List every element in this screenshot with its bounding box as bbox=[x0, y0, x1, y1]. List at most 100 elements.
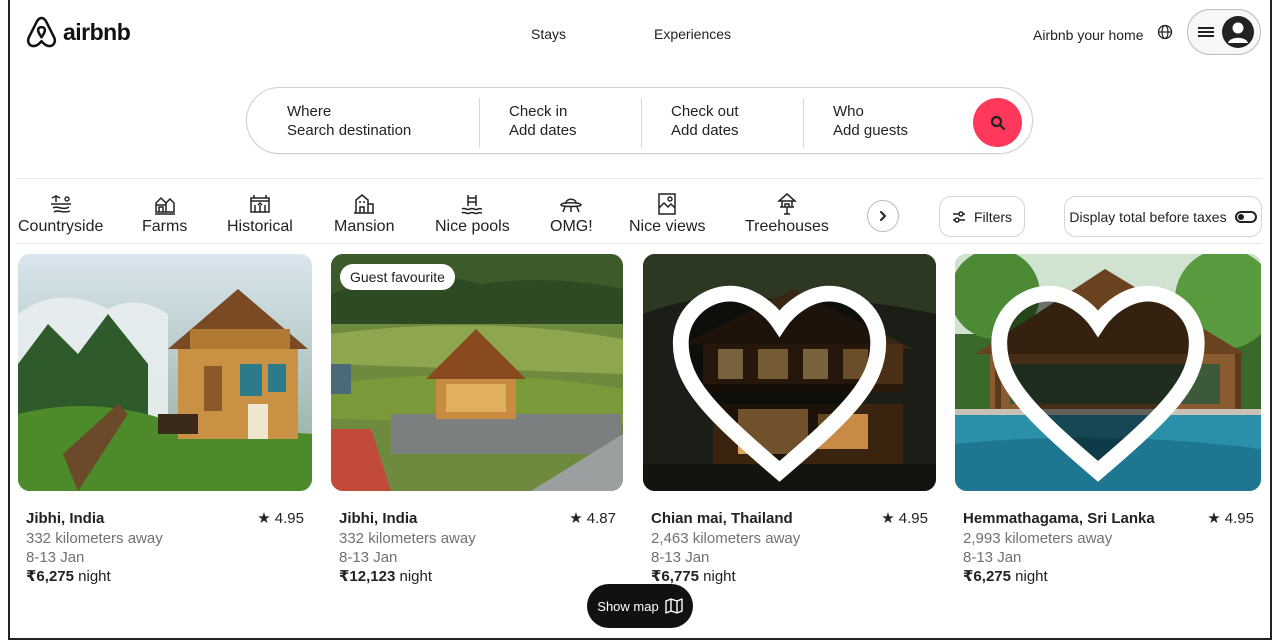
host-link[interactable]: Airbnb your home bbox=[1033, 27, 1144, 43]
checkout-value: Add dates bbox=[671, 121, 739, 139]
category-label: Farms bbox=[142, 218, 188, 235]
category-farms[interactable]: Farms bbox=[142, 192, 187, 236]
airbnb-logo-icon bbox=[26, 16, 57, 48]
listing-info[interactable]: Hemmathagama, Sri Lanka ★ 4.95 2,993 kil… bbox=[963, 509, 1254, 587]
search-button[interactable] bbox=[973, 98, 1022, 147]
price-unit: night bbox=[1010, 568, 1048, 585]
views-icon bbox=[658, 193, 676, 215]
farm-icon bbox=[154, 196, 175, 215]
price-amount: ₹12,123 bbox=[339, 568, 396, 585]
search-icon bbox=[990, 115, 1005, 130]
listing-price: ₹6,275 night bbox=[26, 567, 304, 587]
category-label: Nice views bbox=[629, 218, 706, 235]
profile-menu-button[interactable] bbox=[1187, 9, 1261, 55]
listing-info[interactable]: Jibhi, India ★ 4.87 332 kilometers away … bbox=[339, 509, 616, 587]
nav-experiences[interactable]: Experiences bbox=[654, 26, 731, 42]
show-map-label: Show map bbox=[597, 598, 659, 614]
category-treehouses[interactable]: Treehouses bbox=[745, 192, 829, 236]
price-amount: ₹6,775 bbox=[651, 568, 699, 585]
pool-icon bbox=[461, 195, 483, 215]
where-value: Search destination bbox=[287, 121, 412, 139]
globe-icon[interactable] bbox=[1157, 24, 1173, 40]
menu-icon bbox=[1198, 27, 1214, 37]
where-label: Where bbox=[287, 102, 332, 120]
category-label: Historical bbox=[227, 218, 293, 235]
listing-rating: ★ 4.87 bbox=[569, 510, 616, 527]
heart-icon[interactable] bbox=[955, 264, 1251, 491]
listing-info[interactable]: Chian mai, Thailand ★ 4.95 2,463 kilomet… bbox=[651, 509, 928, 587]
search-divider bbox=[641, 98, 642, 148]
listing-dates: 8-13 Jan bbox=[963, 549, 1022, 566]
logo-text: airbnb bbox=[63, 19, 131, 45]
checkin-label: Check in bbox=[509, 102, 568, 120]
listing-info[interactable]: Jibhi, India ★ 4.95 332 kilometers away … bbox=[26, 509, 304, 587]
mansion-icon bbox=[354, 194, 375, 214]
nav-stays[interactable]: Stays bbox=[531, 26, 566, 42]
listing-dates: 8-13 Jan bbox=[339, 549, 398, 566]
show-map-button[interactable]: Show map bbox=[587, 584, 693, 628]
listing-rating: ★ 4.95 bbox=[881, 510, 928, 527]
heart-icon[interactable] bbox=[643, 264, 926, 491]
price-unit: night bbox=[698, 568, 736, 585]
listing-rating: ★ 4.95 bbox=[257, 510, 304, 527]
category-omg[interactable]: OMG! bbox=[550, 192, 593, 236]
tax-toggle-button[interactable]: Display total before taxes bbox=[1064, 196, 1262, 237]
listing-price: ₹6,275 night bbox=[963, 567, 1254, 587]
checkin-field[interactable]: Check in Add dates bbox=[509, 88, 639, 153]
search-divider bbox=[803, 98, 804, 148]
ufo-icon bbox=[560, 198, 583, 213]
filter-sliders-icon bbox=[952, 210, 965, 223]
checkout-label: Check out bbox=[671, 102, 739, 120]
listing-image[interactable] bbox=[643, 254, 936, 491]
who-label: Who bbox=[833, 102, 864, 120]
price-unit: night bbox=[395, 568, 433, 585]
search-bar: Where Search destination Check in Add da… bbox=[246, 87, 1033, 154]
listing-price: ₹6,775 night bbox=[651, 567, 928, 587]
category-nice-pools[interactable]: Nice pools bbox=[435, 192, 510, 236]
checkin-value: Add dates bbox=[509, 121, 577, 139]
listing-image[interactable]: Guest favourite bbox=[331, 254, 623, 491]
listing-distance: 332 kilometers away bbox=[26, 530, 163, 547]
listing-dates: 8-13 Jan bbox=[651, 549, 710, 566]
category-label: Nice pools bbox=[435, 218, 510, 235]
airbnb-logo[interactable]: airbnb bbox=[26, 16, 131, 49]
countryside-icon bbox=[50, 195, 71, 213]
who-value: Add guests bbox=[833, 121, 909, 139]
toggle-switch[interactable] bbox=[1234, 210, 1257, 223]
listing-image[interactable] bbox=[18, 254, 312, 491]
filters-label: Filters bbox=[973, 208, 1013, 225]
historical-icon bbox=[250, 195, 270, 213]
category-countryside[interactable]: Countryside bbox=[18, 192, 103, 236]
filters-button[interactable]: Filters bbox=[939, 196, 1025, 237]
category-label: Treehouses bbox=[745, 218, 829, 235]
category-label: Mansion bbox=[334, 218, 395, 235]
category-mansion[interactable]: Mansion bbox=[334, 192, 394, 236]
category-historical[interactable]: Historical bbox=[227, 192, 293, 236]
listing-image[interactable] bbox=[955, 254, 1261, 491]
price-amount: ₹6,275 bbox=[963, 568, 1011, 585]
guest-favourite-badge: Guest favourite bbox=[340, 264, 455, 290]
listing-dates: 8-13 Jan bbox=[26, 549, 85, 566]
category-nice-views[interactable]: Nice views bbox=[629, 192, 705, 236]
search-divider bbox=[479, 98, 480, 148]
listing-distance: 2,993 kilometers away bbox=[963, 530, 1113, 547]
listing-distance: 2,463 kilometers away bbox=[651, 530, 801, 547]
map-icon bbox=[665, 598, 683, 614]
price-unit: night bbox=[73, 568, 111, 585]
listing-rating: ★ 4.95 bbox=[1207, 510, 1254, 527]
tax-toggle-label: Display total before taxes bbox=[1069, 208, 1227, 225]
who-field[interactable]: Who Add guests bbox=[833, 88, 963, 153]
where-field[interactable]: Where Search destination bbox=[287, 88, 477, 153]
price-amount: ₹6,275 bbox=[26, 568, 74, 585]
chevron-right-icon bbox=[880, 211, 886, 221]
category-divider bbox=[16, 243, 1262, 244]
listing-price: ₹12,123 night bbox=[339, 567, 616, 587]
categories-next-button[interactable] bbox=[867, 200, 899, 232]
header-divider bbox=[16, 178, 1262, 179]
listing-distance: 332 kilometers away bbox=[339, 530, 476, 547]
checkout-field[interactable]: Check out Add dates bbox=[671, 88, 801, 153]
category-label: Countryside bbox=[18, 218, 104, 235]
category-label: OMG! bbox=[550, 218, 593, 235]
cabin-photo bbox=[18, 254, 312, 491]
avatar-icon bbox=[1222, 16, 1254, 48]
